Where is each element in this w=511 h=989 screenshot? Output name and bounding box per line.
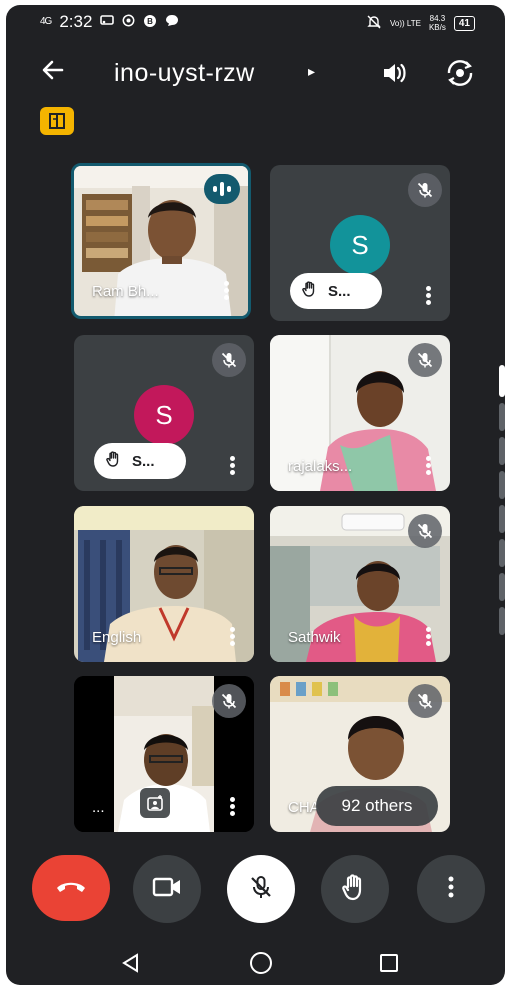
camera-icon bbox=[152, 876, 182, 903]
nav-back-button[interactable] bbox=[116, 948, 146, 978]
avatar: S bbox=[134, 385, 194, 445]
whatsapp-business-icon: B bbox=[143, 14, 157, 31]
participant-options-icon[interactable] bbox=[228, 454, 236, 477]
participant-tile[interactable]: Ram Bh... bbox=[71, 163, 251, 319]
mic-off-icon bbox=[408, 173, 442, 207]
scrollbar-track bbox=[499, 573, 505, 601]
participant-tile[interactable]: CHA 92 others bbox=[270, 676, 450, 832]
network-speed-value: 84.3 bbox=[429, 14, 446, 23]
mic-off-icon bbox=[247, 873, 275, 906]
call-controls bbox=[6, 855, 505, 927]
participant-tile[interactable]: S S... bbox=[74, 335, 254, 491]
nav-home-button[interactable] bbox=[246, 948, 276, 978]
status-time: 2:32 bbox=[59, 12, 93, 31]
others-count-button[interactable]: 92 others bbox=[316, 786, 438, 826]
participant-tile[interactable]: S S... bbox=[270, 165, 450, 321]
participant-options-icon[interactable] bbox=[228, 795, 236, 818]
participant-tile[interactable]: Sathwik bbox=[270, 506, 450, 662]
participant-options-icon[interactable] bbox=[424, 454, 432, 477]
microphone-button[interactable] bbox=[227, 855, 295, 923]
host-controls-icon[interactable] bbox=[40, 107, 74, 135]
status-left: 4G 2:32 B bbox=[40, 12, 179, 32]
mic-off-icon bbox=[408, 514, 442, 548]
camera-button[interactable] bbox=[133, 855, 201, 923]
whatsapp-icon bbox=[122, 14, 135, 30]
system-navigation-bar bbox=[6, 940, 505, 985]
raise-hand-button[interactable] bbox=[321, 855, 389, 923]
nav-recents-button[interactable] bbox=[374, 948, 404, 978]
scrollbar[interactable] bbox=[499, 365, 505, 635]
scrollbar-track bbox=[499, 505, 505, 533]
raise-hand-icon bbox=[341, 872, 369, 907]
participant-tile[interactable]: rajalaks... bbox=[270, 335, 450, 491]
mic-off-icon bbox=[408, 684, 442, 718]
status-right: Vo)) LTE 84.3 KB/s 41 bbox=[366, 14, 475, 32]
participant-options-icon[interactable] bbox=[222, 279, 230, 302]
participant-name: ... bbox=[92, 799, 105, 816]
participant-name: S... bbox=[132, 452, 155, 470]
end-call-icon bbox=[54, 877, 88, 900]
scrollbar-track bbox=[499, 539, 505, 567]
meeting-code[interactable]: ino-uyst-rzw bbox=[114, 59, 255, 88]
participant-options-icon[interactable] bbox=[424, 625, 432, 648]
mic-off-icon bbox=[212, 684, 246, 718]
participant-name: Ram Bh... bbox=[92, 283, 159, 300]
more-options-button[interactable] bbox=[417, 855, 485, 923]
back-arrow-icon[interactable] bbox=[40, 57, 66, 89]
participant-tile[interactable]: ... bbox=[74, 676, 254, 832]
cast-icon bbox=[100, 14, 115, 30]
add-to-screen-icon[interactable] bbox=[140, 788, 170, 818]
raise-hand-icon bbox=[302, 280, 318, 302]
scrollbar-track bbox=[499, 471, 505, 499]
mic-off-icon bbox=[408, 343, 442, 377]
mute-notifications-icon bbox=[366, 14, 382, 32]
participant-options-icon[interactable] bbox=[228, 625, 236, 648]
participant-name: rajalaks... bbox=[288, 458, 353, 475]
more-vert-icon bbox=[447, 875, 455, 904]
meeting-info-caret[interactable]: ▸ bbox=[308, 63, 315, 80]
audio-level-icon bbox=[204, 174, 240, 204]
avatar: S bbox=[330, 215, 390, 275]
raise-hand-icon bbox=[106, 450, 122, 472]
participant-name: S... bbox=[328, 282, 351, 300]
network-speed-unit: KB/s bbox=[428, 23, 446, 32]
mic-off-icon bbox=[212, 343, 246, 377]
participant-tile[interactable]: English bbox=[74, 506, 254, 662]
raised-hand-badge: S... bbox=[94, 443, 186, 479]
participant-name: Sathwik bbox=[288, 629, 341, 646]
network-type: 4G bbox=[40, 16, 52, 27]
end-call-button[interactable] bbox=[32, 855, 110, 921]
svg-text:B: B bbox=[148, 17, 154, 26]
scrollbar-track bbox=[499, 437, 505, 465]
scrollbar-track bbox=[499, 607, 505, 635]
volte-indicator: Vo)) LTE bbox=[389, 18, 421, 28]
raised-hand-badge: S... bbox=[290, 273, 382, 309]
battery-indicator: 41 bbox=[453, 15, 475, 31]
participant-options-icon[interactable] bbox=[424, 284, 432, 307]
chat-icon bbox=[165, 14, 179, 30]
scrollbar-thumb[interactable] bbox=[499, 365, 505, 397]
meeting-header: ino-uyst-rzw ▸ bbox=[6, 49, 505, 99]
phone-screen: 4G 2:32 B Vo)) LTE 84.3 KB/s 41 ino-uyst… bbox=[6, 5, 505, 985]
network-speed: 84.3 KB/s bbox=[429, 14, 446, 32]
scrollbar-track bbox=[499, 403, 505, 431]
flip-camera-icon[interactable] bbox=[444, 57, 476, 89]
speaker-icon[interactable] bbox=[378, 57, 410, 89]
status-bar: 4G 2:32 B Vo)) LTE 84.3 KB/s 41 bbox=[6, 5, 505, 39]
participant-name: CHA bbox=[288, 799, 320, 816]
participant-name: English bbox=[92, 629, 142, 646]
